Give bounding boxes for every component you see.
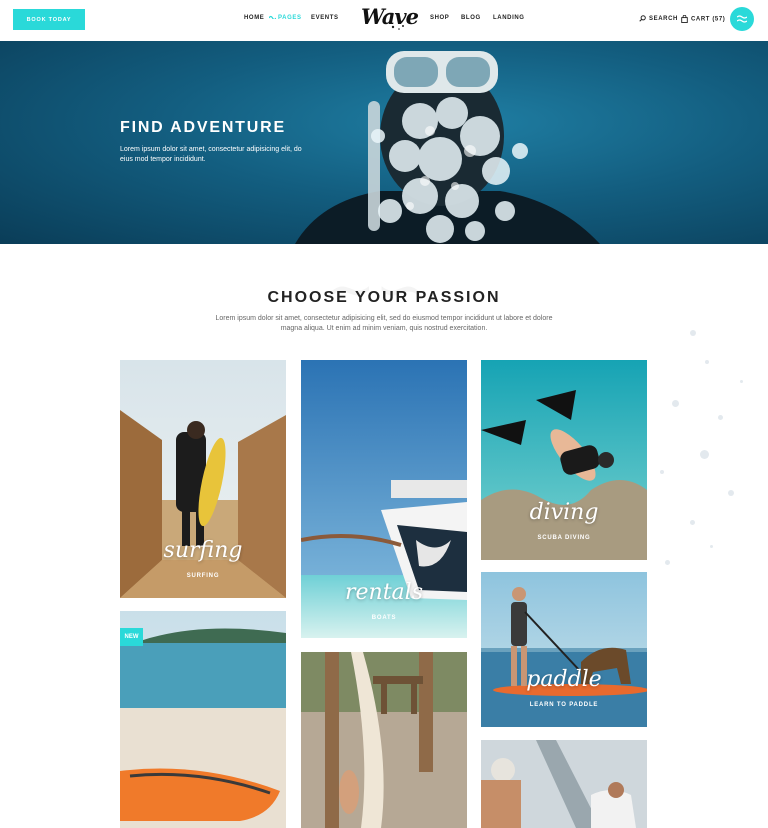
card-rentals[interactable]: rentals BOATS: [301, 360, 467, 638]
nav-events[interactable]: EVENTS: [311, 15, 339, 21]
diver-underwater-image: [481, 360, 647, 560]
card-script-title: surfing: [163, 538, 243, 563]
section-title: CHOOSE YOUR PASSION: [267, 289, 501, 306]
hammock-image: [301, 652, 467, 828]
cart-link[interactable]: CART (57): [681, 15, 725, 23]
card-script-title: diving: [529, 500, 599, 525]
card-surfing[interactable]: surfing SURFING: [120, 360, 286, 598]
card-paddle[interactable]: paddle LEARN TO PADDLE: [481, 572, 647, 727]
hero-title: FIND ADVENTURE: [120, 119, 286, 136]
logo-splash-icon: [391, 25, 404, 30]
search-link[interactable]: SEARCH: [639, 15, 678, 22]
menu-button[interactable]: [730, 7, 754, 31]
card-sailing[interactable]: [481, 740, 647, 828]
nav-blog[interactable]: BLOG: [461, 15, 481, 21]
nav-home[interactable]: HOME: [244, 15, 264, 21]
search-label: SEARCH: [649, 16, 678, 23]
card-kayak[interactable]: NEW: [120, 611, 286, 828]
card-label: SURFING: [186, 573, 220, 579]
section-text: Lorem ipsum dolor sit amet, consectetur …: [215, 315, 553, 332]
card-script-title: paddle: [526, 667, 602, 692]
card-diving[interactable]: diving SCUBA DIVING: [481, 360, 647, 560]
nav-pages-label: PAGES: [278, 15, 302, 21]
card-script-title: rentals: [345, 580, 423, 605]
hero-text: Lorem ipsum dolor sit amet, consectetur …: [120, 146, 302, 163]
nav-pages[interactable]: PAGES: [269, 15, 302, 21]
sailboat-image: [481, 740, 647, 828]
card-hammock[interactable]: [301, 652, 467, 828]
wave-icon: [269, 16, 276, 20]
nav-shop[interactable]: SHOP: [430, 15, 449, 21]
book-today-button[interactable]: BOOK TODAY: [13, 9, 85, 30]
nav-landing[interactable]: LANDING: [493, 15, 525, 21]
search-icon: [639, 15, 646, 22]
waves-menu-icon: [737, 15, 747, 23]
kayak-beach-image: [120, 611, 286, 828]
card-label: LEARN TO PADDLE: [529, 702, 599, 708]
hero-banner: FIND ADVENTURE Lorem ipsum dolor sit ame…: [0, 41, 768, 244]
cart-label: CART (57): [691, 16, 726, 23]
new-badge: NEW: [120, 628, 143, 646]
diver-image: [295, 51, 600, 244]
site-header: BOOK TODAY HOME PAGES EVENTS Wave SHOP B…: [0, 0, 768, 41]
card-label: SCUBA DIVING: [537, 535, 591, 541]
card-label: BOATS: [371, 615, 397, 621]
bag-icon: [681, 15, 688, 23]
